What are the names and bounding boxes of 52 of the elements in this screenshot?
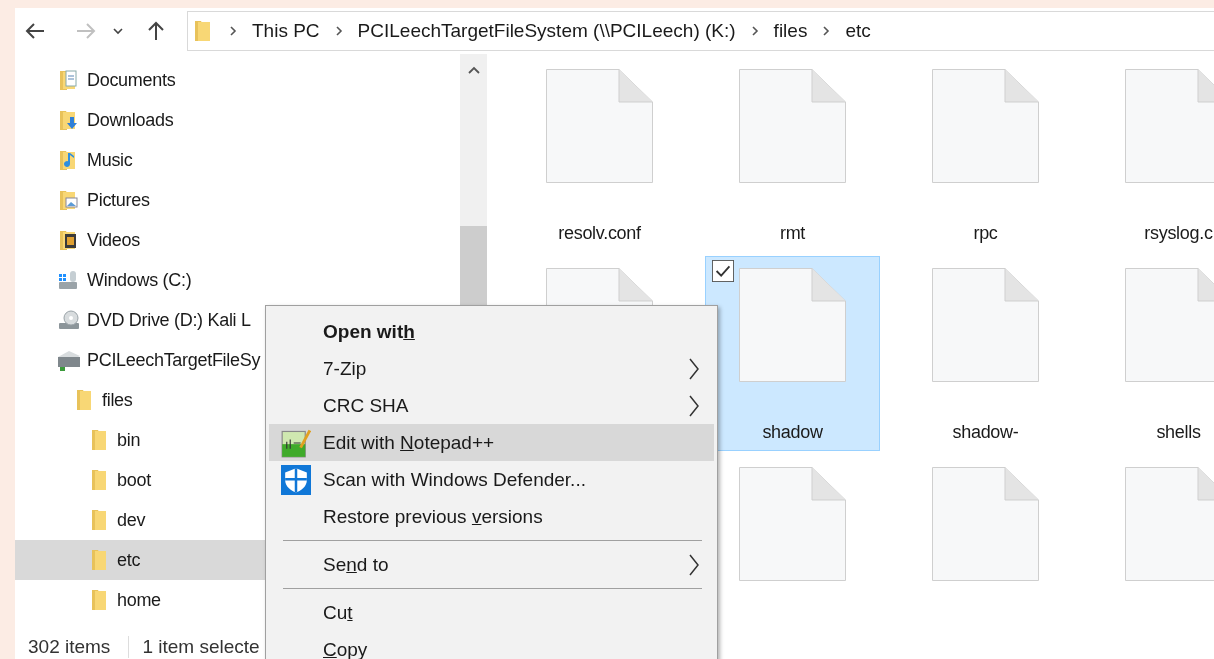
menu-item[interactable]: Copy xyxy=(269,631,714,659)
address-bar[interactable]: This PC PCILeechTargetFileSystem (\\PCILeech) (K:) files etc xyxy=(187,11,1214,51)
scroll-up-icon[interactable] xyxy=(468,66,480,74)
checkbox[interactable] xyxy=(712,260,734,282)
menu-item[interactable]: Edit with Notepad++ xyxy=(269,424,714,461)
sidebar-item[interactable]: Windows (C:) xyxy=(15,260,460,300)
chevron-icon[interactable] xyxy=(749,25,760,37)
breadcrumb[interactable]: PCILeechTargetFileSystem (\\PCILeech) (K:) xyxy=(357,20,736,42)
dropdown-chevron-icon[interactable] xyxy=(112,25,124,37)
file-name: shadow- xyxy=(952,422,1019,443)
file-icon xyxy=(739,69,846,183)
file-name: shells xyxy=(1156,422,1201,443)
menu-item[interactable]: Scan with Windows Defender... xyxy=(269,461,714,498)
file-icon xyxy=(932,268,1039,382)
disc-drive-icon xyxy=(57,308,81,332)
file-icon xyxy=(739,268,846,382)
file-item[interactable]: shadow- xyxy=(898,256,1073,451)
chevron-icon[interactable] xyxy=(821,25,832,37)
chevron-icon[interactable] xyxy=(333,25,344,37)
file-item[interactable]: shadow xyxy=(705,256,880,451)
file-item[interactable]: rsyslog.c xyxy=(1091,57,1214,252)
file-name: rpc xyxy=(973,223,998,244)
breadcrumb[interactable]: etc xyxy=(845,20,871,42)
item-count: 302 items xyxy=(15,636,130,658)
notepad-icon xyxy=(281,427,311,458)
sidebar-item[interactable]: Music xyxy=(15,140,460,180)
sidebar-item[interactable]: Videos xyxy=(15,220,460,260)
file-item[interactable]: resolv.conf xyxy=(512,57,687,252)
shield-icon xyxy=(281,464,311,495)
file-name: resolv.conf xyxy=(558,223,641,244)
network-drive-icon xyxy=(57,348,81,372)
file-item[interactable]: shells xyxy=(1091,256,1214,451)
file-item[interactable]: rmt xyxy=(705,57,880,252)
file-icon xyxy=(739,467,846,581)
file-item[interactable]: rpc xyxy=(898,57,1073,252)
file-icon xyxy=(932,69,1039,183)
chevron-icon[interactable] xyxy=(228,25,238,37)
menu-item[interactable]: Cut xyxy=(269,594,714,631)
file-name: shadow xyxy=(762,422,823,443)
pictures-folder-icon xyxy=(57,188,81,212)
selection-count: 1 item selecte xyxy=(141,636,261,658)
file-name: rsyslog.c xyxy=(1144,223,1213,244)
folder-icon xyxy=(194,20,212,42)
sidebar-item[interactable]: Pictures xyxy=(15,180,460,220)
file-icon xyxy=(546,69,653,183)
breadcrumb[interactable]: files xyxy=(773,20,808,42)
sidebar-item[interactable]: Downloads xyxy=(15,100,460,140)
file-icon xyxy=(932,467,1039,581)
sidebar-item[interactable]: Documents xyxy=(15,60,460,100)
breadcrumb[interactable]: This PC xyxy=(252,20,320,42)
menu-item[interactable]: Restore previous versions xyxy=(269,498,714,535)
file-name: rmt xyxy=(779,223,806,244)
